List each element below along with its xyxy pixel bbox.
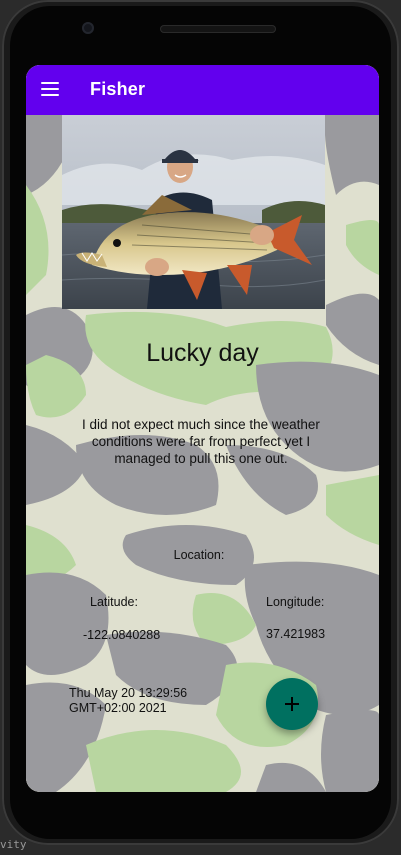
earpiece-speaker: [160, 25, 276, 33]
latitude-value: -122.0840288: [83, 628, 161, 642]
catch-date: Thu May 20 13:29:56 GMT+02:00 2021: [69, 686, 188, 715]
phone-frame: Fisher Lucky day I did not expect much s…: [2, 0, 399, 845]
longitude-value: 37.421983: [266, 627, 326, 641]
app-bar: Fisher: [26, 65, 379, 115]
app-title: Fisher: [90, 79, 146, 99]
catch-title: Lucky day: [146, 339, 259, 367]
front-camera: [82, 22, 94, 34]
location-label: Location:: [173, 548, 225, 562]
hamburger-menu-icon[interactable]: [41, 82, 59, 96]
latitude-label: Latitude:: [90, 595, 138, 609]
background-ide-text: vity: [0, 838, 27, 851]
app-screen: Fisher Lucky day I did not expect much s…: [26, 65, 379, 792]
plus-icon: [285, 697, 299, 711]
longitude-label: Longitude:: [266, 595, 325, 609]
catch-photo: [62, 115, 325, 309]
catch-description: I did not expect much since the weather …: [82, 417, 320, 466]
add-catch-button[interactable]: [266, 678, 318, 730]
